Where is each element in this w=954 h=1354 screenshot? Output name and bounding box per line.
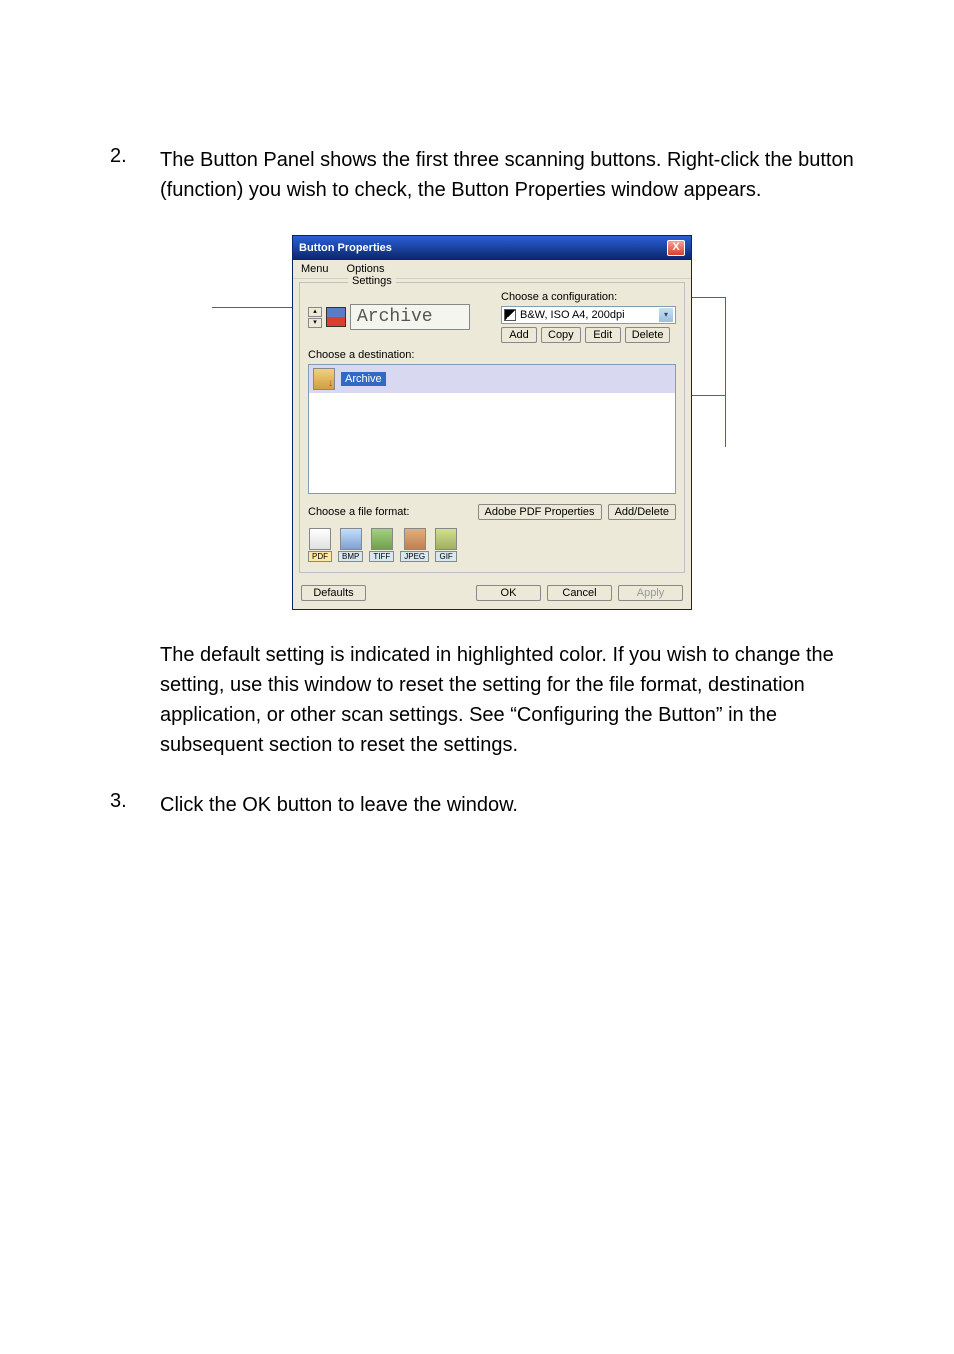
format-label-tiff: TIFF [369, 551, 394, 562]
titlebar: Button Properties X [293, 236, 691, 260]
gif-icon [435, 528, 457, 550]
cancel-button[interactable]: Cancel [547, 585, 612, 601]
pdf-properties-button[interactable]: Adobe PDF Properties [478, 504, 602, 520]
list-number: 2. [110, 145, 160, 205]
list-text: Click the OK button to leave the window. [160, 790, 874, 820]
callout-line-icon [688, 395, 726, 396]
dialog-title: Button Properties [299, 242, 392, 254]
callout-line-icon [725, 297, 726, 447]
chevron-down-icon[interactable]: ▾ [308, 318, 322, 328]
list-text: The Button Panel shows the first three s… [160, 145, 874, 205]
settings-tab[interactable]: Settings [348, 275, 396, 287]
callout-line-icon [688, 297, 726, 298]
copy-button[interactable]: Copy [541, 327, 581, 343]
pdf-icon [309, 528, 331, 550]
menu-options[interactable]: Options [343, 262, 389, 276]
format-icons-row: PDF BMP TIFF JPEG [308, 528, 676, 562]
list-item-3: 3. Click the OK button to leave the wind… [110, 790, 874, 820]
format-label: Choose a file format: [308, 506, 410, 518]
bmp-icon [340, 528, 362, 550]
config-dropdown[interactable]: B&W, ISO A4, 200dpi ▾ [501, 306, 676, 324]
button-selector: ▴ ▾ Archive [308, 291, 470, 343]
settings-group: Settings ▴ ▾ Archive Choose a configurat… [299, 282, 685, 573]
format-label-gif: GIF [435, 551, 456, 562]
spinner: ▴ ▾ [308, 307, 322, 328]
apply-button[interactable]: Apply [618, 585, 683, 601]
edit-button[interactable]: Edit [585, 327, 621, 343]
format-label-jpeg: JPEG [400, 551, 429, 562]
tiff-icon [371, 528, 393, 550]
ok-button[interactable]: OK [476, 585, 541, 601]
list-number: 3. [110, 790, 160, 820]
paragraph: The default setting is indicated in high… [160, 640, 874, 760]
list-item[interactable]: Archive [309, 365, 675, 393]
format-tiff[interactable]: TIFF [369, 528, 394, 562]
add-delete-button[interactable]: Add/Delete [608, 504, 676, 520]
format-bmp[interactable]: BMP [338, 528, 363, 562]
format-gif[interactable]: GIF [435, 528, 457, 562]
button-name-field[interactable]: Archive [350, 304, 470, 330]
menu-menu[interactable]: Menu [297, 262, 333, 276]
jpeg-icon [404, 528, 426, 550]
destination-label: Choose a destination: [308, 349, 676, 361]
defaults-button[interactable]: Defaults [301, 585, 366, 601]
bw-icon [504, 309, 516, 321]
dialog-button-bar: Defaults OK Cancel Apply [293, 579, 691, 609]
config-selected: B&W, ISO A4, 200dpi [520, 309, 625, 321]
chevron-down-icon[interactable]: ▾ [659, 308, 673, 322]
button-properties-dialog: Button Properties X Menu Options Setting… [292, 235, 692, 610]
format-jpeg[interactable]: JPEG [400, 528, 429, 562]
format-label-pdf: PDF [308, 551, 332, 562]
list-item-2: 2. The Button Panel shows the first thre… [110, 145, 874, 205]
delete-button[interactable]: Delete [625, 327, 671, 343]
close-icon[interactable]: X [667, 240, 685, 256]
archive-folder-icon [313, 368, 335, 390]
config-label: Choose a configuration: [501, 291, 676, 303]
destination-item-label: Archive [341, 372, 386, 386]
screenshot-container: Button Properties X Menu Options Setting… [252, 235, 732, 610]
format-label-bmp: BMP [338, 551, 363, 562]
destination-list[interactable]: Archive [308, 364, 676, 494]
disk-icon [326, 307, 346, 327]
chevron-up-icon[interactable]: ▴ [308, 307, 322, 317]
format-pdf[interactable]: PDF [308, 528, 332, 562]
add-button[interactable]: Add [501, 327, 537, 343]
